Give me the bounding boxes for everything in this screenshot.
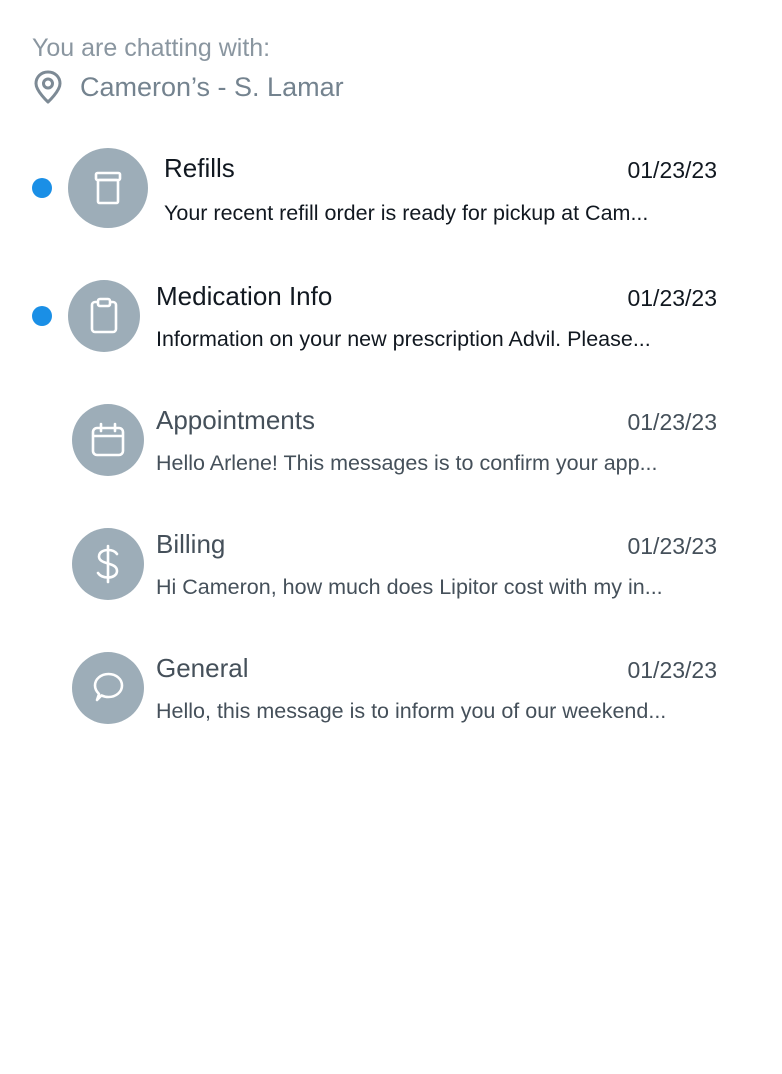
- unread-indicator: [32, 306, 52, 326]
- calendar-icon: [72, 404, 144, 476]
- thread-date: 01/23/23: [627, 285, 717, 311]
- dollar-icon: [72, 528, 144, 600]
- thread-date: 01/23/23: [627, 157, 717, 183]
- thread-preview: Information on your new prescription Adv…: [156, 327, 651, 351]
- unread-indicator: [32, 178, 52, 198]
- location-name: Cameron’s - S. Lamar: [80, 72, 344, 102]
- thread-refills[interactable]: Refills 01/23/23 Your recent refill orde…: [0, 148, 782, 238]
- thread-preview: Hi Cameron, how much does Lipitor cost w…: [156, 575, 663, 599]
- thread-preview: Hello Arlene! This messages is to confir…: [156, 451, 658, 475]
- thread-appointments[interactable]: Appointments 01/23/23 Hello Arlene! This…: [0, 404, 782, 494]
- thread-date: 01/23/23: [627, 657, 717, 683]
- thread-preview: Your recent refill order is ready for pi…: [164, 201, 649, 225]
- thread-medication-info[interactable]: Medication Info 01/23/23 Information on …: [0, 280, 782, 370]
- thread-preview: Hello, this message is to inform you of …: [156, 699, 667, 723]
- thread-general[interactable]: General 01/23/23 Hello, this message is …: [0, 652, 782, 742]
- thread-title: Billing: [156, 529, 226, 559]
- thread-title: Appointments: [156, 405, 315, 435]
- thread-date: 01/23/23: [627, 533, 717, 559]
- chatting-with-label: You are chatting with:: [32, 34, 271, 62]
- thread-title: Medication Info: [156, 281, 333, 311]
- pill-bottle-icon: [68, 148, 148, 228]
- location-row[interactable]: Cameron’s - S. Lamar: [32, 68, 344, 106]
- chat-bubble-icon: [72, 652, 144, 724]
- thread-title: Refills: [164, 153, 235, 183]
- thread-date: 01/23/23: [627, 409, 717, 435]
- map-pin-icon: [32, 69, 64, 105]
- thread-title: General: [156, 653, 249, 683]
- clipboard-icon: [68, 280, 140, 352]
- thread-billing[interactable]: Billing 01/23/23 Hi Cameron, how much do…: [0, 528, 782, 618]
